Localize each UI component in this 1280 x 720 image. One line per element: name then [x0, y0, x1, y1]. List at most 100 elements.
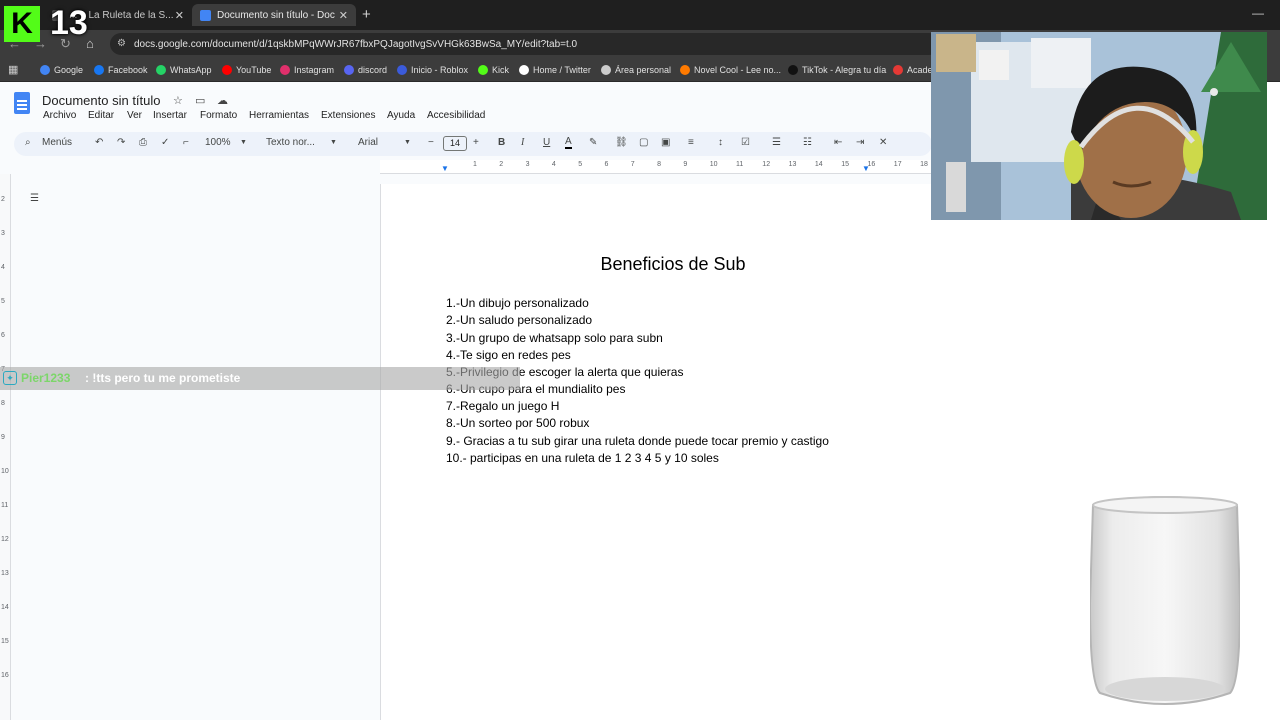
ruler-number: 6	[604, 161, 609, 168]
bookmark-item[interactable]: Home / Twitter	[519, 63, 591, 77]
ruler-number: 15	[841, 161, 849, 168]
checklist-icon[interactable]: ☑	[741, 137, 750, 148]
ruler-number: 2	[499, 161, 504, 168]
vruler-number: 10	[1, 468, 9, 475]
browser-tab-document[interactable]: Documento sin título - Docum... ✕	[192, 4, 356, 26]
menu-ver[interactable]: Ver	[127, 110, 142, 121]
highlight-icon[interactable]: ✎	[589, 137, 597, 148]
ruler-number: 11	[736, 161, 744, 168]
bookmark-favicon-icon	[280, 65, 290, 75]
bookmark-favicon-icon	[156, 65, 166, 75]
vruler-number: 5	[1, 298, 5, 305]
chevron-down-icon[interactable]: ▼	[404, 139, 411, 146]
bulleted-list-icon[interactable]: ☰	[772, 137, 781, 148]
bookmark-item[interactable]: Instagram	[280, 63, 334, 77]
line-spacing-icon[interactable]: ↕	[718, 137, 723, 148]
italic-icon[interactable]: I	[521, 137, 524, 148]
chat-overlay-bar	[0, 367, 520, 390]
menu-archivo[interactable]: Archivo	[43, 110, 76, 121]
bookmark-item[interactable]: Novel Cool - Lee no...	[680, 63, 781, 77]
decrease-font-icon[interactable]: −	[428, 137, 434, 148]
move-folder-icon[interactable]: ▭	[195, 94, 205, 107]
ruler-number: 12	[762, 161, 771, 168]
right-indent-marker-icon[interactable]: ▼	[862, 164, 870, 173]
bookmark-label: discord	[358, 65, 388, 75]
menu-herramientas[interactable]: Herramientas	[249, 110, 309, 121]
bookmark-label: WhatsApp	[170, 65, 212, 75]
ruler-number: 10	[709, 161, 718, 168]
align-icon[interactable]: ≡	[688, 137, 694, 148]
bold-icon[interactable]: B	[498, 137, 505, 148]
bookmark-label: Google	[54, 65, 84, 75]
document-title[interactable]: Documento sin título	[42, 93, 161, 108]
bookmark-label: Kick	[492, 65, 510, 75]
search-menus-label[interactable]: Menús	[42, 137, 72, 148]
comment-icon[interactable]: ▢	[639, 137, 648, 148]
style-select[interactable]: Texto nor...	[266, 137, 315, 148]
bookmark-label: Home / Twitter	[533, 65, 591, 75]
url-text: docs.google.com/document/d/1qskbMPqWWrJR…	[134, 38, 578, 50]
menu-accesibilidad[interactable]: Accesibilidad	[427, 110, 485, 121]
zoom-select[interactable]: 100%	[205, 137, 231, 148]
redo-icon[interactable]: ↷	[117, 137, 125, 148]
vruler-number: 8	[1, 400, 5, 407]
bookmark-item[interactable]: Acade	[893, 63, 933, 77]
close-tab-icon[interactable]: ✕	[175, 9, 184, 22]
close-tab-icon[interactable]: ✕	[339, 9, 348, 22]
menu-insertar[interactable]: Insertar	[153, 110, 187, 121]
decrease-indent-icon[interactable]: ⇤	[834, 137, 842, 148]
font-select[interactable]: Arial	[358, 137, 378, 148]
glass-cup-image	[1088, 493, 1242, 709]
print-icon[interactable]: ⎙	[139, 137, 147, 148]
ruler-number: 14	[814, 161, 823, 168]
bookmark-item[interactable]: discord	[344, 63, 387, 77]
clear-formatting-icon[interactable]: ✕	[879, 137, 887, 148]
bookmark-item[interactable]: WhatsApp	[156, 63, 212, 77]
tab-title: Documento sin título - Docum...	[217, 9, 335, 21]
numbered-list-icon[interactable]: ☷	[803, 137, 812, 148]
bookmark-item[interactable]: YouTube	[222, 63, 271, 77]
document-outline-icon[interactable]: ☰	[30, 193, 39, 204]
bookmark-item[interactable]: Google	[40, 63, 83, 77]
bookmark-favicon-icon	[478, 65, 488, 75]
bookmark-item[interactable]: Kick	[478, 63, 509, 77]
search-menus-icon[interactable]: ⌕	[25, 137, 31, 148]
menu-formato[interactable]: Formato	[200, 110, 237, 121]
star-icon[interactable]: ☆	[173, 94, 183, 107]
spellcheck-icon[interactable]: ✓	[161, 137, 169, 148]
image-icon[interactable]: ▣	[661, 137, 670, 148]
text-color-icon[interactable]: A	[565, 137, 572, 149]
font-size-input[interactable]: 14	[443, 136, 467, 151]
chevron-down-icon[interactable]: ▼	[240, 139, 247, 146]
bookmark-item[interactable]: Área personal	[601, 63, 671, 77]
bookmark-label: Inicio - Roblox	[411, 65, 469, 75]
bookmark-item[interactable]: TikTok - Alegra tu día	[788, 63, 886, 77]
underline-icon[interactable]: U	[543, 137, 550, 148]
docs-logo-icon[interactable]	[14, 92, 30, 114]
chat-message: : !tts pero tu me prometiste	[85, 371, 241, 385]
horizontal-ruler[interactable]	[380, 160, 932, 174]
undo-icon[interactable]: ↶	[95, 137, 103, 148]
bookmark-item[interactable]: Facebook	[94, 63, 148, 77]
menu-ayuda[interactable]: Ayuda	[387, 110, 415, 121]
site-info-icon[interactable]: ⚙	[117, 38, 126, 49]
chat-badge-icon: ✦	[3, 371, 17, 385]
minimize-icon[interactable]: —	[1252, 6, 1264, 20]
increase-font-icon[interactable]: +	[473, 137, 479, 148]
address-bar[interactable]: docs.google.com/document/d/1qskbMPqWWrJR…	[110, 33, 940, 55]
increase-indent-icon[interactable]: ⇥	[856, 137, 864, 148]
apps-grid-icon[interactable]: ▦	[8, 63, 18, 76]
paint-format-icon[interactable]: ⌐	[183, 137, 189, 148]
bookmark-label: Novel Cool - Lee no...	[694, 65, 782, 75]
bookmark-favicon-icon	[397, 65, 407, 75]
link-icon[interactable]: ⛓	[615, 137, 628, 148]
menu-extensiones[interactable]: Extensiones	[321, 110, 375, 121]
menu-editar[interactable]: Editar	[88, 110, 114, 121]
left-indent-marker-icon[interactable]: ▼	[441, 164, 449, 173]
chevron-down-icon[interactable]: ▼	[330, 139, 337, 146]
webcam-image	[931, 32, 1267, 220]
ruler-number: 13	[788, 161, 797, 168]
bookmark-item[interactable]: Inicio - Roblox	[397, 63, 468, 77]
vruler-number: 16	[1, 672, 9, 679]
new-tab-plus-icon[interactable]: +	[362, 6, 371, 23]
